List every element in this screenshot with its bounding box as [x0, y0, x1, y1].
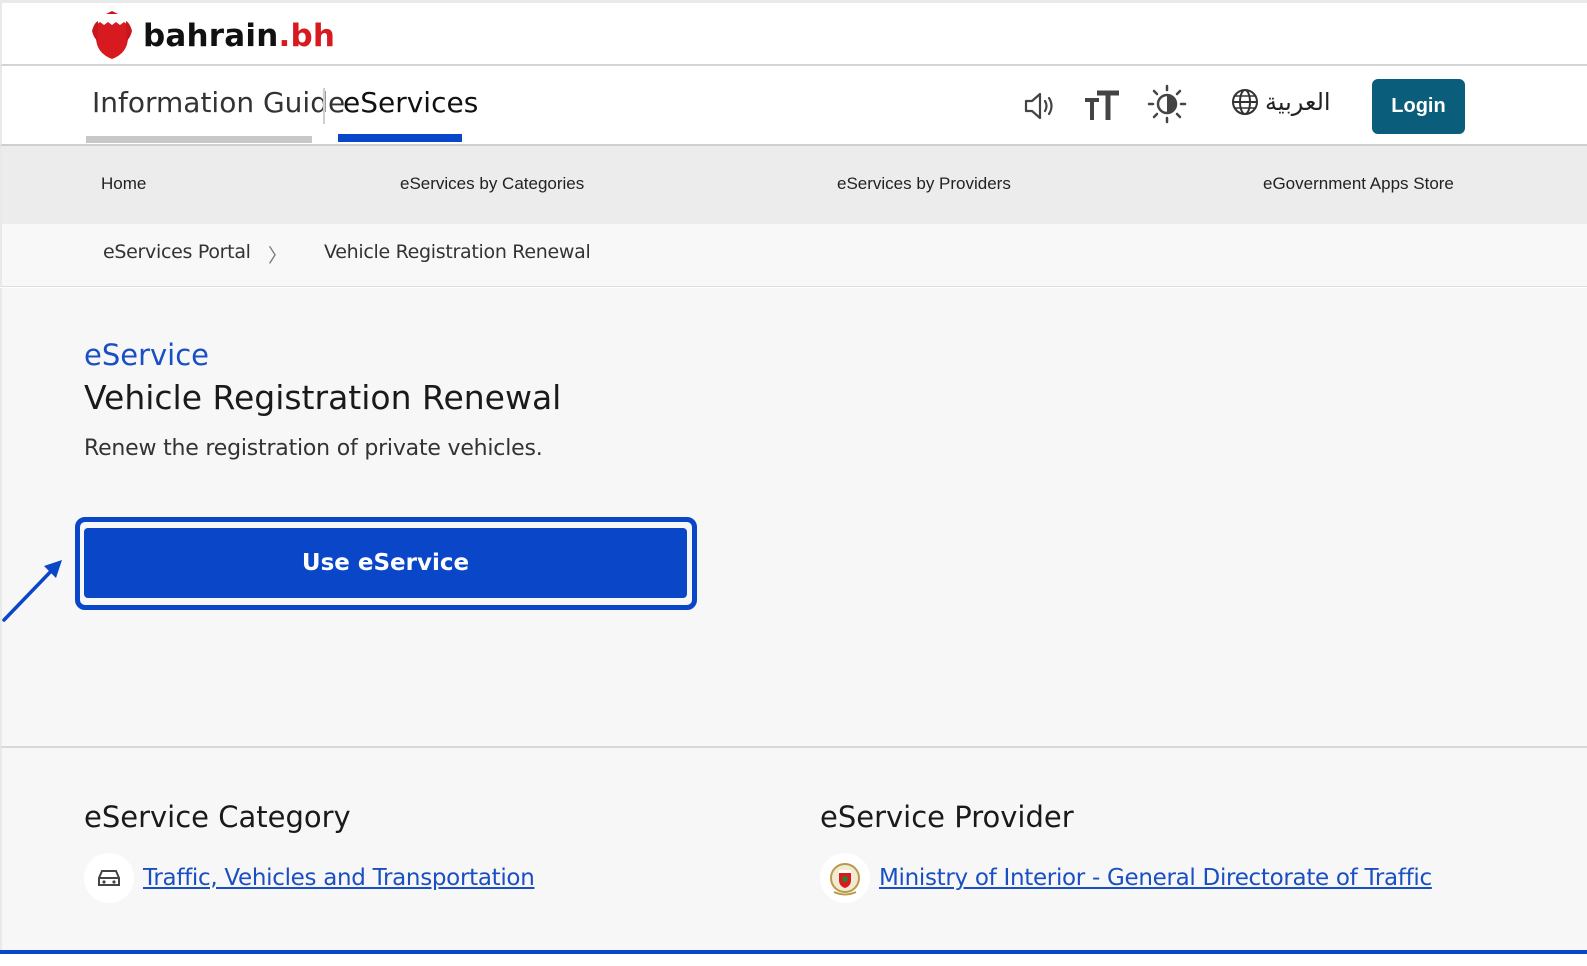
- category-row: Traffic, Vehicles and Transportation: [84, 853, 535, 903]
- language-switch[interactable]: العربية: [1231, 88, 1331, 116]
- service-details: eService Vehicle Registration Renewal Re…: [0, 288, 1587, 748]
- tab-information-guide-underline: [86, 136, 312, 143]
- page-title: Vehicle Registration Renewal: [84, 378, 562, 417]
- brand-name: bahrain.bh: [143, 18, 336, 54]
- use-eservice-button[interactable]: Use eService: [84, 528, 687, 598]
- service-description: Renew the registration of private vehicl…: [84, 436, 543, 461]
- provider-link[interactable]: Ministry of Interior - General Directora…: [879, 865, 1432, 891]
- tab-eservices[interactable]: eServices: [343, 86, 478, 119]
- breadcrumb-chevron-icon: 〉: [268, 246, 288, 267]
- category-heading: eService Category: [84, 800, 351, 834]
- pointer-arrow-icon: [2, 560, 62, 622]
- site-logo[interactable]: bahrain.bh: [90, 11, 335, 61]
- text-size-icon[interactable]: [1083, 88, 1121, 124]
- service-meta: eService Category Traffic, Vehicles and …: [0, 748, 1587, 952]
- nav-home[interactable]: Home: [101, 174, 146, 194]
- ministry-emblem-icon: [820, 853, 870, 903]
- logo-bar: bahrain.bh: [0, 0, 1587, 66]
- nav-eservices-by-categories[interactable]: eServices by Categories: [400, 174, 584, 194]
- nav-egovernment-apps-store[interactable]: eGovernment Apps Store: [1263, 174, 1454, 194]
- tab-information-guide[interactable]: Information Guide: [92, 86, 345, 119]
- main-nav: Information Guide eServices العربية Logi…: [0, 66, 1587, 146]
- bahrain-crest-icon: [92, 11, 132, 59]
- vehicle-icon: [84, 853, 134, 903]
- breadcrumb-current: Vehicle Registration Renewal: [324, 241, 591, 263]
- breadcrumb-eservices-portal[interactable]: eServices Portal: [103, 241, 251, 263]
- login-button[interactable]: Login: [1372, 79, 1465, 134]
- language-label: العربية: [1265, 88, 1331, 116]
- secondary-nav: Home eServices by Categories eServices b…: [0, 146, 1587, 224]
- tab-eservices-active-indicator: [338, 134, 462, 142]
- nav-eservices-by-providers[interactable]: eServices by Providers: [837, 174, 1011, 194]
- provider-row: Ministry of Interior - General Directora…: [820, 853, 1432, 903]
- service-eyebrow: eService: [84, 338, 210, 372]
- contrast-icon[interactable]: [1147, 84, 1187, 124]
- tab-divider: [323, 88, 325, 124]
- category-link[interactable]: Traffic, Vehicles and Transportation: [143, 865, 535, 891]
- speaker-icon[interactable]: [1022, 88, 1058, 124]
- provider-heading: eService Provider: [820, 800, 1074, 834]
- footer-accent-bar: [0, 950, 1587, 966]
- globe-icon: [1232, 89, 1258, 115]
- breadcrumb: eServices Portal 〉 Vehicle Registration …: [0, 224, 1587, 287]
